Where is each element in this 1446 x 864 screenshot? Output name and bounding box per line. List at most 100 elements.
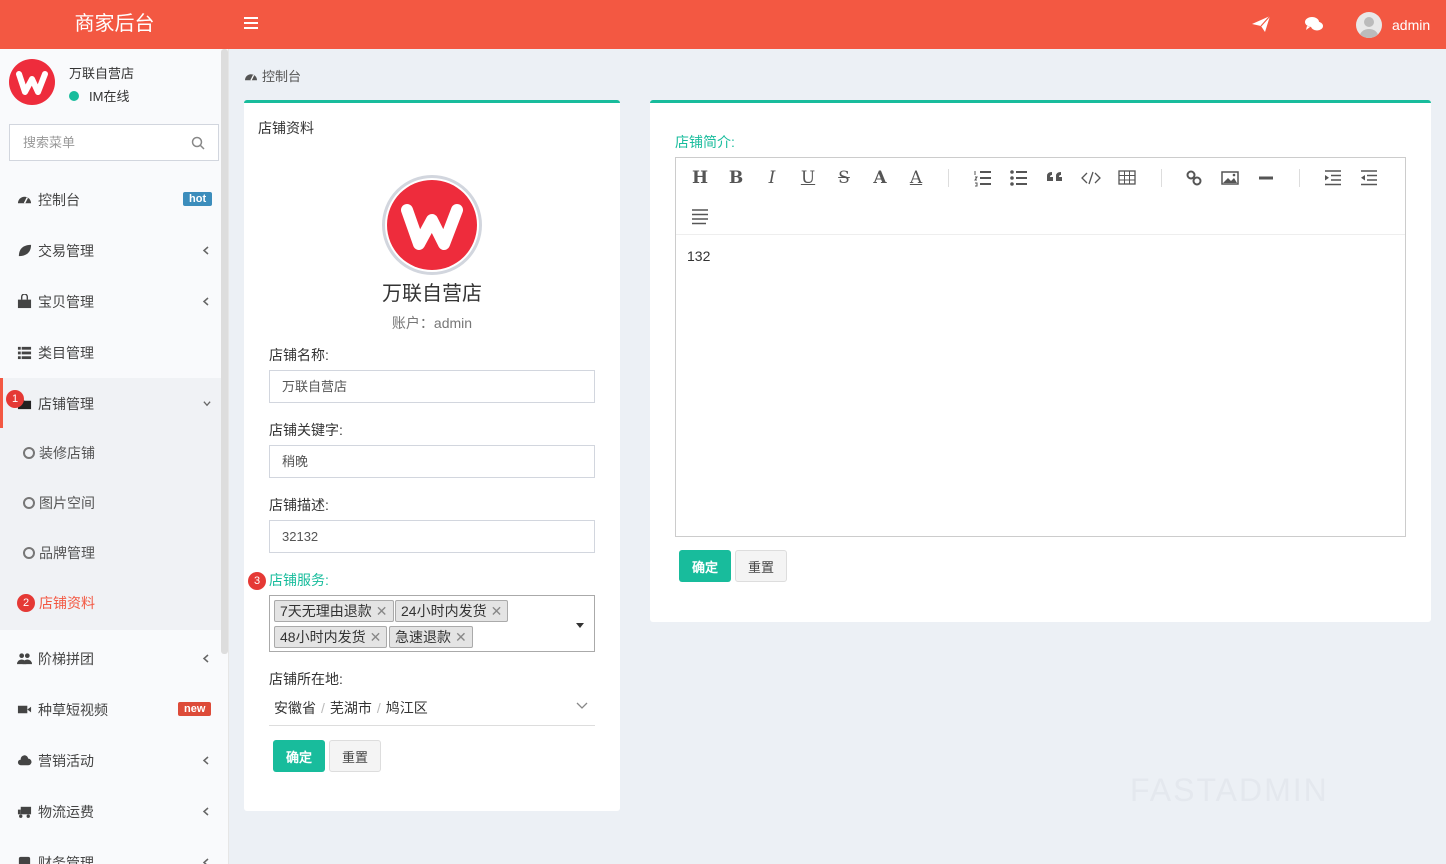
underline-icon[interactable]: U	[797, 167, 819, 189]
sidebar-item-goods[interactable]: 宝贝管理	[0, 276, 221, 327]
users-icon	[17, 653, 32, 665]
code-icon[interactable]	[1080, 167, 1102, 189]
sidebar-item-category[interactable]: 类目管理	[0, 327, 221, 378]
sidebar-item-label: 阶梯拼团	[38, 650, 94, 667]
status-text: IM在线	[89, 89, 130, 104]
remove-tag-icon[interactable]: ✕	[370, 629, 382, 645]
sub-item-label: 品牌管理	[39, 545, 95, 561]
store-avatar[interactable]	[382, 175, 482, 275]
new-badge: new	[178, 702, 212, 716]
sidebar-item-store[interactable]: 店铺管理	[0, 378, 221, 429]
chevron-left-icon	[202, 858, 209, 864]
location-label: 店铺所在地:	[269, 671, 343, 687]
account-text: 账户：admin	[391, 315, 473, 331]
breadcrumb: 控制台	[244, 66, 301, 85]
service-label: 店铺服务:	[269, 572, 329, 588]
table-icon[interactable]	[1116, 167, 1138, 189]
tag-label: 48小时内发货	[280, 629, 366, 645]
editor-toolbar: H B I U S A A	[676, 158, 1405, 235]
sidebar-item-dashboard[interactable]: 控制台 hot	[0, 174, 221, 225]
profile-reset-button[interactable]: 重置	[329, 740, 381, 772]
money-icon	[18, 856, 31, 864]
sub-item-decorate[interactable]: 装修店铺	[0, 428, 221, 478]
shop-name: 万联自营店	[69, 66, 135, 81]
store-name-field[interactable]: 万联自营店	[269, 370, 595, 403]
sidebar-item-video[interactable]: 种草短视频 new	[0, 684, 221, 735]
heading-icon[interactable]: H	[689, 167, 711, 189]
ordered-list-icon[interactable]	[972, 167, 994, 189]
sidebar-item-group-buy[interactable]: 阶梯拼团	[0, 633, 221, 684]
rich-text-editor[interactable]: H B I U S A A 132	[675, 157, 1406, 537]
dashboard-icon	[17, 196, 32, 204]
paper-plane-icon[interactable]	[1251, 14, 1271, 34]
location-cascader[interactable]: 安徽省 / 芜湖市 / 鸠江区	[269, 698, 595, 726]
quote-icon[interactable]	[1044, 167, 1066, 189]
horizontal-rule-icon[interactable]	[1255, 167, 1277, 189]
sidebar-item-logistics[interactable]: 物流运费	[0, 786, 221, 837]
sub-item-brand[interactable]: 品牌管理	[0, 528, 221, 578]
step-marker: 2	[17, 594, 35, 612]
chevron-left-icon	[202, 654, 209, 663]
app-logo[interactable]: 商家后台	[0, 0, 229, 49]
sidebar-item-trade[interactable]: 交易管理	[0, 225, 221, 276]
search-icon[interactable]	[191, 136, 205, 150]
avatar	[1356, 12, 1382, 38]
sidebar-item-label: 种草短视频	[38, 701, 108, 718]
sidebar-item-label: 控制台	[38, 191, 80, 208]
service-multiselect[interactable]: 7天无理由退款 ✕ 24小时内发货 ✕ 48小时内发货 ✕ 急速退款 ✕	[269, 595, 595, 652]
comments-icon[interactable]	[1304, 14, 1324, 34]
tag-label: 24小时内发货	[401, 603, 487, 619]
district: 鸠江区	[385, 700, 428, 716]
search-input[interactable]	[10, 125, 180, 160]
breadcrumb-label[interactable]: 控制台	[262, 66, 301, 85]
link-icon[interactable]	[1183, 167, 1205, 189]
dashboard-icon	[245, 73, 257, 81]
menu-search[interactable]	[9, 124, 219, 161]
indent-icon[interactable]	[1322, 167, 1344, 189]
remove-tag-icon[interactable]: ✕	[491, 603, 503, 619]
circle-icon	[23, 447, 35, 459]
editor-content[interactable]: 132	[687, 248, 710, 264]
sidebar: 万联自营店 IM在线 控制台 hot 交易管理 宝贝管理 类目管理 店铺管理 1…	[0, 49, 229, 864]
keywords-label: 店铺关键字:	[269, 422, 343, 438]
service-tag: 48小时内发货 ✕	[274, 626, 388, 648]
list-icon	[17, 346, 32, 360]
sidebar-item-finance[interactable]: 财务管理	[0, 837, 221, 864]
sidebar-item-label: 类目管理	[38, 344, 94, 361]
align-icon[interactable]	[689, 205, 711, 227]
sidebar-item-marketing[interactable]: 营销活动	[0, 735, 221, 786]
italic-icon[interactable]: I	[761, 167, 783, 189]
chevron-down-icon	[203, 401, 211, 407]
tag-label: 急速退款	[395, 629, 451, 645]
font-color-icon[interactable]: A	[869, 167, 891, 189]
circle-icon	[23, 497, 35, 509]
sub-item-images[interactable]: 图片空间	[0, 478, 221, 528]
image-icon[interactable]	[1219, 167, 1241, 189]
truck-icon	[17, 806, 32, 818]
hot-badge: hot	[183, 192, 213, 206]
bold-icon[interactable]: B	[725, 167, 747, 189]
intro-submit-button[interactable]: 确定	[679, 550, 731, 582]
shopping-bag-icon	[17, 294, 32, 309]
caret-down-icon[interactable]	[576, 623, 584, 628]
user-menu[interactable]: admin	[1356, 12, 1430, 38]
remove-tag-icon[interactable]: ✕	[455, 629, 467, 645]
outdent-icon[interactable]	[1358, 167, 1380, 189]
service-tag: 7天无理由退款 ✕	[274, 600, 394, 622]
service-tag: 24小时内发货 ✕	[395, 600, 509, 622]
status-dot-icon	[69, 90, 79, 101]
sidebar-scrollbar[interactable]	[221, 49, 228, 654]
background-color-icon[interactable]: A	[905, 167, 927, 189]
menu-toggle-icon[interactable]	[244, 17, 258, 31]
bullet-list-icon[interactable]	[1008, 167, 1030, 189]
sidebar-item-label: 营销活动	[38, 752, 94, 769]
profile-submit-button[interactable]: 确定	[273, 740, 325, 772]
strikethrough-icon[interactable]: S	[833, 167, 855, 189]
keywords-field[interactable]: 稍晚	[269, 445, 595, 478]
remove-tag-icon[interactable]: ✕	[376, 603, 388, 619]
description-field[interactable]: 32132	[269, 520, 595, 553]
intro-reset-button[interactable]: 重置	[735, 550, 787, 582]
chevron-left-icon	[202, 756, 209, 765]
top-header: 商家后台 admin	[0, 0, 1446, 49]
chevron-left-icon	[202, 246, 209, 255]
